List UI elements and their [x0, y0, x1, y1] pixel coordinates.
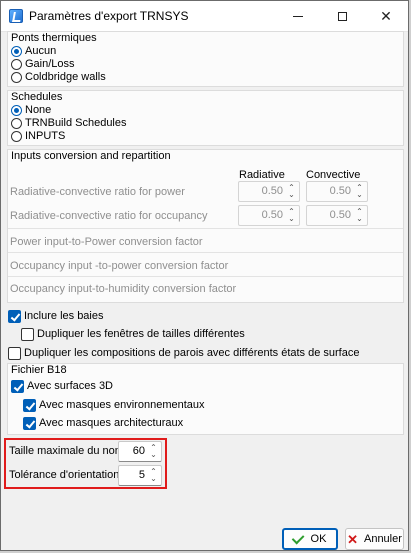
app-icon — [9, 9, 23, 23]
duplicate-windows-label: Dupliquer les fenêtres de tailles différ… — [37, 328, 245, 340]
environmental-masks-checkbox[interactable] — [23, 399, 36, 412]
architectural-masks-checkbox[interactable] — [23, 417, 36, 430]
ratio-power-label: Radiative-convective ratio for power — [10, 186, 185, 198]
ratio-power-convective-value: 0.50 — [329, 185, 351, 197]
close-icon: ✕ — [380, 7, 392, 24]
spin-arrows-icon[interactable]: ⌃ ⌄ — [287, 184, 296, 199]
ratio-occupancy-convective-value: 0.50 — [329, 209, 351, 221]
radio-coldbridge-walls[interactable] — [11, 72, 22, 83]
include-bays-label: Inclure les baies — [24, 310, 104, 322]
architectural-masks-label: Avec masques architecturaux — [39, 417, 184, 429]
include-bays-checkbox[interactable] — [8, 310, 21, 323]
thermal-bridges-label: Ponts thermiques — [11, 32, 97, 44]
spin-arrows-icon[interactable]: ⌃ ⌄ — [355, 184, 364, 199]
maximize-button[interactable] — [320, 1, 364, 31]
ratio-occupancy-radiative-input[interactable]: 0.50 ⌃ ⌄ — [238, 205, 300, 226]
radio-aucun[interactable] — [11, 46, 22, 57]
inputs-divider — [8, 276, 403, 277]
environmental-masks-label: Avec masques environnementaux — [39, 399, 205, 411]
radio-gain-loss-label: Gain/Loss — [25, 58, 75, 70]
inputs-divider — [8, 228, 403, 229]
occupancy-power-factor-label: Occupancy input -to-power conversion fac… — [10, 260, 229, 272]
maximize-icon — [337, 11, 347, 21]
ratio-occupancy-radiative-value: 0.50 — [261, 209, 283, 221]
ok-button[interactable]: OK — [282, 528, 338, 550]
cancel-button[interactable]: ✕ Annuler — [345, 528, 404, 550]
inputs-divider — [8, 252, 403, 253]
ratio-occupancy-label: Radiative-convective ratio for occupancy — [10, 210, 208, 222]
window-title: Paramètres d'export TRNSYS — [29, 9, 189, 23]
schedules-label: Schedules — [11, 91, 63, 103]
close-button[interactable]: ✕ — [364, 1, 408, 31]
inputs-conversion-label: Inputs conversion and repartition — [11, 150, 171, 162]
b18-label: Fichier B18 — [11, 364, 67, 376]
occupancy-humidity-factor-label: Occupancy input-to-humidity conversion f… — [10, 283, 237, 295]
export-dialog: Paramètres d'export TRNSYS ✕ Ponts therm… — [0, 0, 409, 551]
radio-inputs-label: INPUTS — [25, 130, 66, 142]
radio-aucun-label: Aucun — [25, 45, 57, 57]
radio-gain-loss[interactable] — [11, 59, 22, 70]
radio-inputs[interactable] — [11, 131, 22, 142]
minimize-button[interactable] — [276, 1, 320, 31]
ratio-power-convective-input[interactable]: 0.50 ⌃ ⌄ — [306, 181, 368, 202]
ok-button-label: OK — [310, 533, 327, 545]
power-conversion-factor-label: Power input-to-Power conversion factor — [10, 236, 203, 248]
highlight-box — [4, 438, 167, 489]
duplicate-windows-checkbox[interactable] — [21, 328, 34, 341]
surfaces-3d-checkbox[interactable] — [11, 380, 24, 393]
cancel-button-label: Annuler — [363, 533, 402, 545]
checkmark-icon — [291, 531, 304, 544]
ratio-occupancy-convective-input[interactable]: 0.50 ⌃ ⌄ — [306, 205, 368, 226]
cancel-x-icon: ✕ — [347, 531, 358, 547]
spin-arrows-icon[interactable]: ⌃ ⌄ — [287, 208, 296, 223]
spin-arrows-icon[interactable]: ⌃ ⌄ — [355, 208, 364, 223]
duplicate-walls-checkbox[interactable] — [8, 347, 21, 360]
ratio-power-radiative-input[interactable]: 0.50 ⌃ ⌄ — [238, 181, 300, 202]
radio-coldbridge-walls-label: Coldbridge walls — [25, 71, 106, 83]
radio-trnbuild-schedules[interactable] — [11, 118, 22, 129]
title-bar: Paramètres d'export TRNSYS ✕ — [1, 1, 408, 32]
duplicate-walls-label: Dupliquer les compositions de parois ave… — [24, 347, 360, 359]
radio-none[interactable] — [11, 105, 22, 116]
radio-trnbuild-schedules-label: TRNBuild Schedules — [25, 117, 127, 129]
radiative-column-header: Radiative — [239, 169, 285, 181]
convective-column-header: Convective — [306, 169, 361, 181]
surfaces-3d-label: Avec surfaces 3D — [27, 380, 114, 392]
minimize-icon — [293, 15, 303, 17]
ratio-power-radiative-value: 0.50 — [261, 185, 283, 197]
radio-none-label: None — [25, 104, 52, 116]
